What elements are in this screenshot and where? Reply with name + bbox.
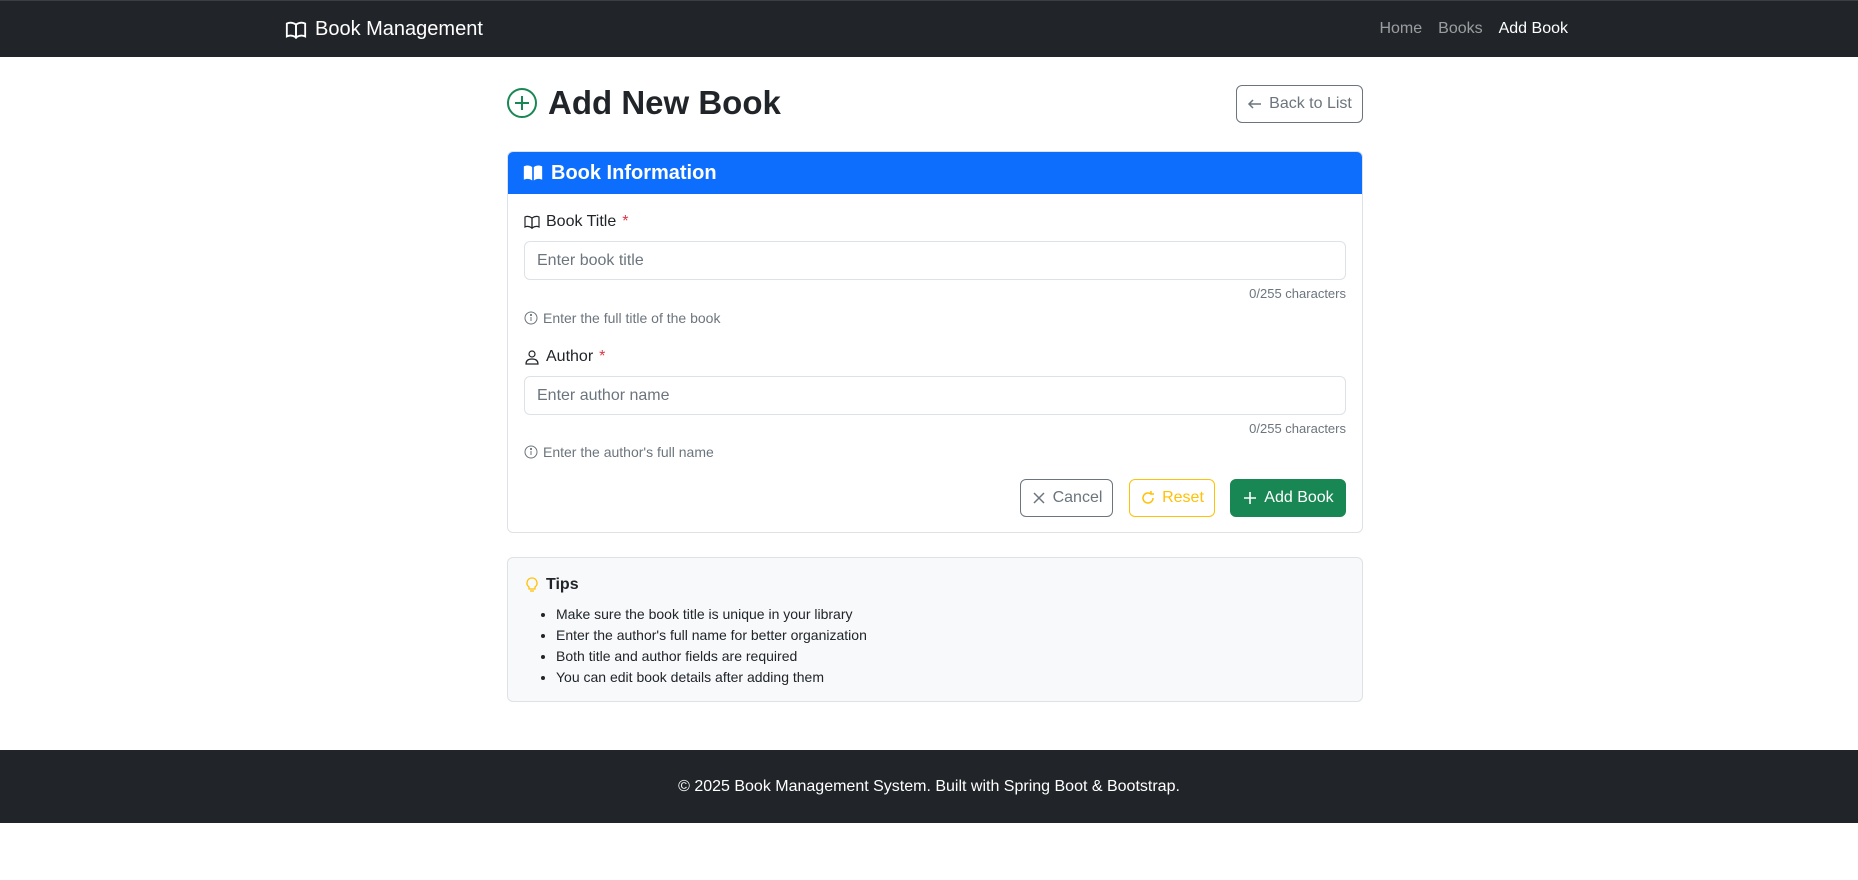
page-title: Add New Book (506, 84, 781, 122)
add-book-label: Add Book (1264, 489, 1334, 506)
author-counter: 0/255 characters (1249, 421, 1346, 436)
add-book-button[interactable]: Add Book (1230, 479, 1346, 517)
author-label-text: Author (546, 348, 594, 365)
author-help: Enter the author's full name (524, 444, 714, 460)
nav-add-book[interactable]: Add Book (1491, 20, 1576, 38)
brand-link[interactable]: Book Management (285, 18, 483, 41)
author-help-text: Enter the author's full name (543, 444, 714, 460)
back-to-list-label: Back to List (1269, 95, 1352, 112)
reset-button[interactable]: Reset (1129, 479, 1215, 517)
book-title-label: Book Title * (524, 213, 629, 231)
plus-circle-icon (507, 88, 537, 118)
list-item: You can edit book details after adding t… (556, 667, 867, 688)
nav-books[interactable]: Books (1430, 20, 1490, 38)
x-icon (1033, 492, 1045, 504)
brand-label: Book Management (315, 18, 483, 40)
tips-title-text: Tips (546, 576, 579, 593)
nav-home[interactable]: Home (1371, 20, 1430, 38)
book-title-label-text: Book Title (546, 213, 617, 230)
info-circle-icon (524, 445, 538, 459)
list-item: Enter the author's full name for better … (556, 625, 867, 646)
book-title-counter: 0/255 characters (1249, 286, 1346, 301)
info-circle-icon (524, 311, 538, 325)
page-title-text: Add New Book (548, 84, 781, 121)
author-input[interactable] (524, 376, 1346, 415)
book-title-help-text: Enter the full title of the book (543, 310, 721, 326)
tips-list: Make sure the book title is unique in yo… (556, 604, 867, 688)
person-icon (525, 350, 539, 365)
cancel-button[interactable]: Cancel (1020, 479, 1113, 517)
card-title: Book Information (551, 161, 717, 184)
author-label: Author * (524, 348, 605, 366)
required-marker: * (622, 213, 629, 230)
list-item: Both title and author fields are require… (556, 646, 867, 667)
tips-panel: Tips Make sure the book title is unique … (507, 557, 1363, 702)
nav-links: Home Books Add Book (1371, 20, 1576, 38)
back-to-list-button[interactable]: Back to List (1236, 85, 1363, 123)
book-title-help: Enter the full title of the book (524, 310, 720, 326)
book-open-icon (523, 165, 543, 181)
reset-label: Reset (1162, 489, 1204, 506)
required-marker: * (599, 348, 606, 365)
card-header: Book Information (508, 152, 1362, 194)
refresh-icon (1142, 491, 1155, 504)
book-form-card: Book Information Book Title * 0/255 char… (507, 151, 1363, 533)
lightbulb-icon (526, 577, 538, 592)
navbar: Book Management Home Books Add Book (0, 0, 1858, 57)
footer-text: © 2025 Book Management System. Built wit… (678, 777, 1180, 795)
cancel-label: Cancel (1052, 489, 1103, 506)
footer: © 2025 Book Management System. Built wit… (0, 750, 1858, 823)
plus-icon (1244, 492, 1257, 504)
tips-title: Tips (524, 576, 579, 594)
book-icon (524, 215, 540, 230)
book-title-input[interactable] (524, 241, 1346, 280)
arrow-left-icon (1248, 99, 1262, 109)
book-icon (285, 21, 307, 39)
list-item: Make sure the book title is unique in yo… (556, 604, 867, 625)
